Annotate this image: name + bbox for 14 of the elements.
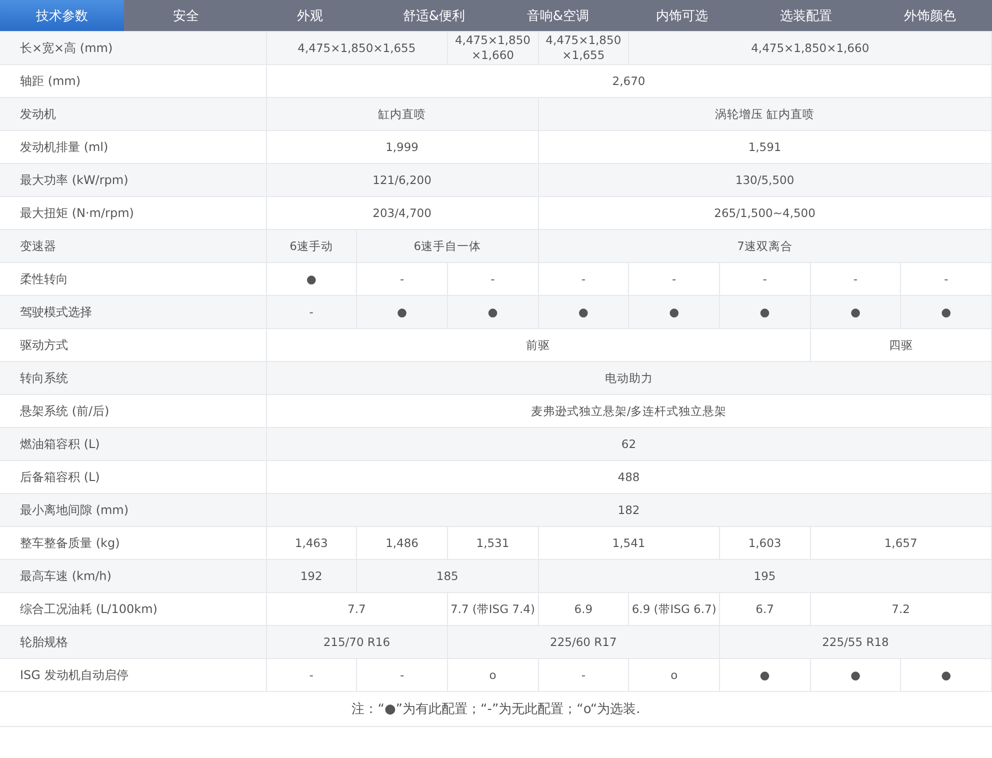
row-label: 长×宽×高 (mm) xyxy=(0,32,266,64)
table-cell: 4,475×1,850×1,660 xyxy=(628,32,992,64)
table-cell: ● xyxy=(810,658,901,692)
table-cell: - xyxy=(538,658,629,692)
note-text: 注：“●”为有此配置；“-”为无此配置；“o“为选装. xyxy=(0,692,992,727)
tab[interactable]: 技术参数 xyxy=(0,0,124,31)
table-cell: o xyxy=(447,658,538,692)
table-cell: - xyxy=(266,658,357,692)
table-cell: o xyxy=(628,658,720,692)
table-cell: - xyxy=(356,658,448,692)
table-cell: 4,475×1,850×1,655 xyxy=(266,32,448,64)
table-cell: ● xyxy=(719,658,810,692)
row-label: ISG 发动机自动启停 xyxy=(0,658,266,692)
table-cell: ● xyxy=(900,658,992,692)
